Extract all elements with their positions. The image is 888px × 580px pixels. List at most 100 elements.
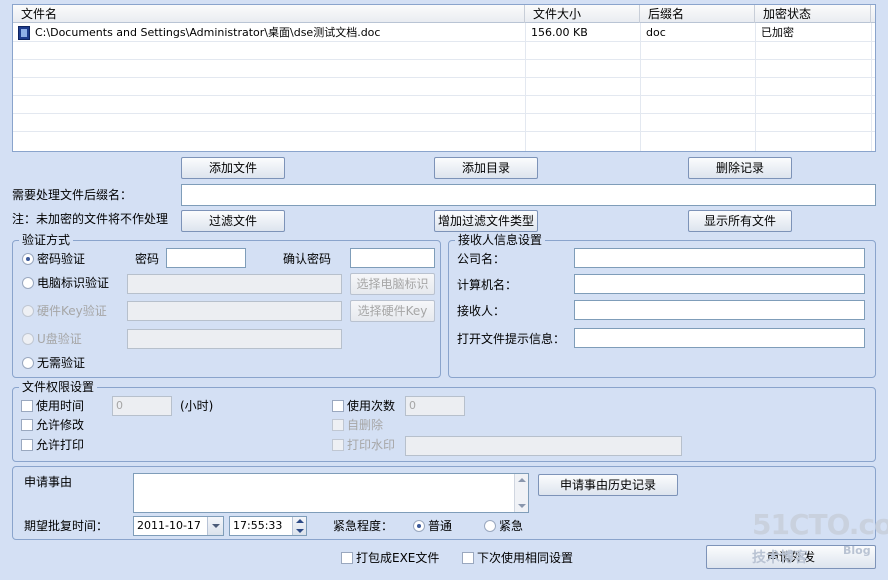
file-table-header: 文件名 文件大小 后缀名 加密状态 xyxy=(13,5,875,23)
col-header-extension[interactable]: 后缀名 xyxy=(640,5,755,23)
table-row[interactable] xyxy=(13,114,875,132)
computer-name-input[interactable] xyxy=(574,274,865,294)
delete-record-button[interactable]: 删除记录 xyxy=(688,157,792,179)
expected-date-picker[interactable]: 2011-10-17 xyxy=(133,516,224,536)
spin-up-icon[interactable] xyxy=(296,519,304,523)
use-count-input[interactable]: 0 xyxy=(405,396,465,416)
request-history-button[interactable]: 申请事由历史记录 xyxy=(538,474,678,496)
print-watermark-label: 打印水印 xyxy=(347,438,396,452)
suffix-label: 需要处理文件后缀名： xyxy=(12,188,133,202)
row-encrypt-status: 已加密 xyxy=(761,26,794,39)
table-row[interactable] xyxy=(13,60,875,78)
company-label: 公司名： xyxy=(457,252,506,266)
add-directory-button[interactable]: 添加目录 xyxy=(434,157,538,179)
expected-time-spinner[interactable]: 17:55:33 xyxy=(229,516,307,536)
hardware-key-input[interactable] xyxy=(127,301,342,321)
row-filename: C:\Documents and Settings\Administrator\… xyxy=(35,26,381,39)
note-text: 注：未加密的文件将不作处理 xyxy=(12,212,169,226)
col-header-filename[interactable]: 文件名 xyxy=(13,5,525,23)
password-label: 密码 xyxy=(135,252,160,266)
expected-time-value: 17:55:33 xyxy=(233,519,283,532)
row-filesize: 156.00 KB xyxy=(531,26,588,39)
hours-unit-label: (小时) xyxy=(180,399,214,413)
pc-id-auth-label: 电脑标识验证 xyxy=(37,276,110,290)
use-count-checkbox[interactable] xyxy=(332,400,344,412)
select-hardware-key-button[interactable]: 选择硬件Key xyxy=(350,300,435,322)
self-delete-checkbox[interactable] xyxy=(332,419,344,431)
print-watermark-checkbox[interactable] xyxy=(332,439,344,451)
site-watermark-blog: Blog xyxy=(843,544,871,557)
urgency-urgent-label: 紧急 xyxy=(499,519,524,533)
urgency-normal-radio[interactable] xyxy=(413,520,425,532)
chevron-down-icon xyxy=(212,524,220,528)
self-delete-label: 自删除 xyxy=(347,418,384,432)
col-header-encrypt-status[interactable]: 加密状态 xyxy=(755,5,871,23)
select-pc-id-button[interactable]: 选择电脑标识 xyxy=(350,273,435,295)
table-row[interactable] xyxy=(13,78,875,96)
site-watermark-sub: 技术博客 xyxy=(752,550,808,566)
allow-print-label: 允许打印 xyxy=(36,438,85,452)
password-auth-radio[interactable] xyxy=(22,253,34,265)
table-row[interactable]: C:\Documents and Settings\Administrator\… xyxy=(13,24,875,42)
pc-id-input[interactable] xyxy=(127,274,342,294)
table-row[interactable] xyxy=(13,42,875,60)
confirm-password-input[interactable] xyxy=(350,248,435,268)
no-auth-radio[interactable] xyxy=(22,357,34,369)
same-settings-label: 下次使用相同设置 xyxy=(477,551,574,565)
password-auth-label: 密码验证 xyxy=(37,252,86,266)
allow-print-checkbox[interactable] xyxy=(21,439,33,451)
hardware-key-auth-radio[interactable] xyxy=(22,305,34,317)
usb-auth-label: U盘验证 xyxy=(37,332,82,346)
request-reason-textarea[interactable] xyxy=(133,473,529,513)
expected-date-value: 2011-10-17 xyxy=(137,519,201,532)
use-count-label: 使用次数 xyxy=(347,399,396,413)
add-filter-type-button[interactable]: 增加过滤文件类型 xyxy=(434,210,538,232)
scroll-down-icon[interactable] xyxy=(518,504,526,508)
add-file-button[interactable]: 添加文件 xyxy=(181,157,285,179)
confirm-password-label: 确认密码 xyxy=(283,252,332,266)
urgency-normal-label: 普通 xyxy=(428,519,453,533)
receiver-label: 接收人： xyxy=(457,304,506,318)
filter-file-button[interactable]: 过滤文件 xyxy=(181,210,285,232)
site-watermark: 51CTO.com xyxy=(752,508,888,541)
file-permission-title: 文件权限设置 xyxy=(19,380,98,394)
company-input[interactable] xyxy=(574,248,865,268)
pack-exe-label: 打包成EXE文件 xyxy=(356,551,440,565)
receiver-input[interactable] xyxy=(574,300,865,320)
pack-exe-checkbox[interactable] xyxy=(341,552,353,564)
suffix-input[interactable] xyxy=(181,184,876,206)
open-tip-input[interactable] xyxy=(574,328,865,348)
allow-modify-label: 允许修改 xyxy=(36,418,85,432)
time-spin-buttons[interactable] xyxy=(292,517,306,535)
auth-method-title: 验证方式 xyxy=(19,233,74,247)
urgency-urgent-radio[interactable] xyxy=(484,520,496,532)
same-settings-checkbox[interactable] xyxy=(462,552,474,564)
show-all-files-button[interactable]: 显示所有文件 xyxy=(688,210,792,232)
urgency-label: 紧急程度： xyxy=(333,519,394,533)
scroll-up-icon[interactable] xyxy=(518,478,526,482)
allow-modify-checkbox[interactable] xyxy=(21,419,33,431)
expected-time-label: 期望批复时间： xyxy=(24,519,109,533)
request-reason-label: 申请事由 xyxy=(24,475,73,489)
file-list-table[interactable]: 文件名 文件大小 后缀名 加密状态 C:\Documents and Setti… xyxy=(12,4,876,152)
no-auth-label: 无需验证 xyxy=(37,356,86,370)
usb-input[interactable] xyxy=(127,329,342,349)
use-time-input[interactable]: 0 xyxy=(112,396,172,416)
table-row[interactable] xyxy=(13,96,875,114)
usb-auth-radio[interactable] xyxy=(22,333,34,345)
row-extension: doc xyxy=(646,26,666,39)
print-watermark-input[interactable] xyxy=(405,436,682,456)
col-header-filesize[interactable]: 文件大小 xyxy=(525,5,640,23)
word-document-icon xyxy=(18,26,30,40)
open-tip-label: 打开文件提示信息： xyxy=(457,332,566,346)
pc-id-auth-radio[interactable] xyxy=(22,277,34,289)
password-input[interactable] xyxy=(166,248,246,268)
spin-down-icon[interactable] xyxy=(296,529,304,533)
computer-name-label: 计算机名： xyxy=(457,278,518,292)
date-dropdown-button[interactable] xyxy=(207,517,223,535)
receiver-info-title: 接收人信息设置 xyxy=(455,233,546,247)
hardware-key-auth-label: 硬件Key验证 xyxy=(37,304,107,318)
use-time-checkbox[interactable] xyxy=(21,400,33,412)
reason-scrollbar[interactable] xyxy=(514,474,528,512)
use-time-label: 使用时间 xyxy=(36,399,85,413)
